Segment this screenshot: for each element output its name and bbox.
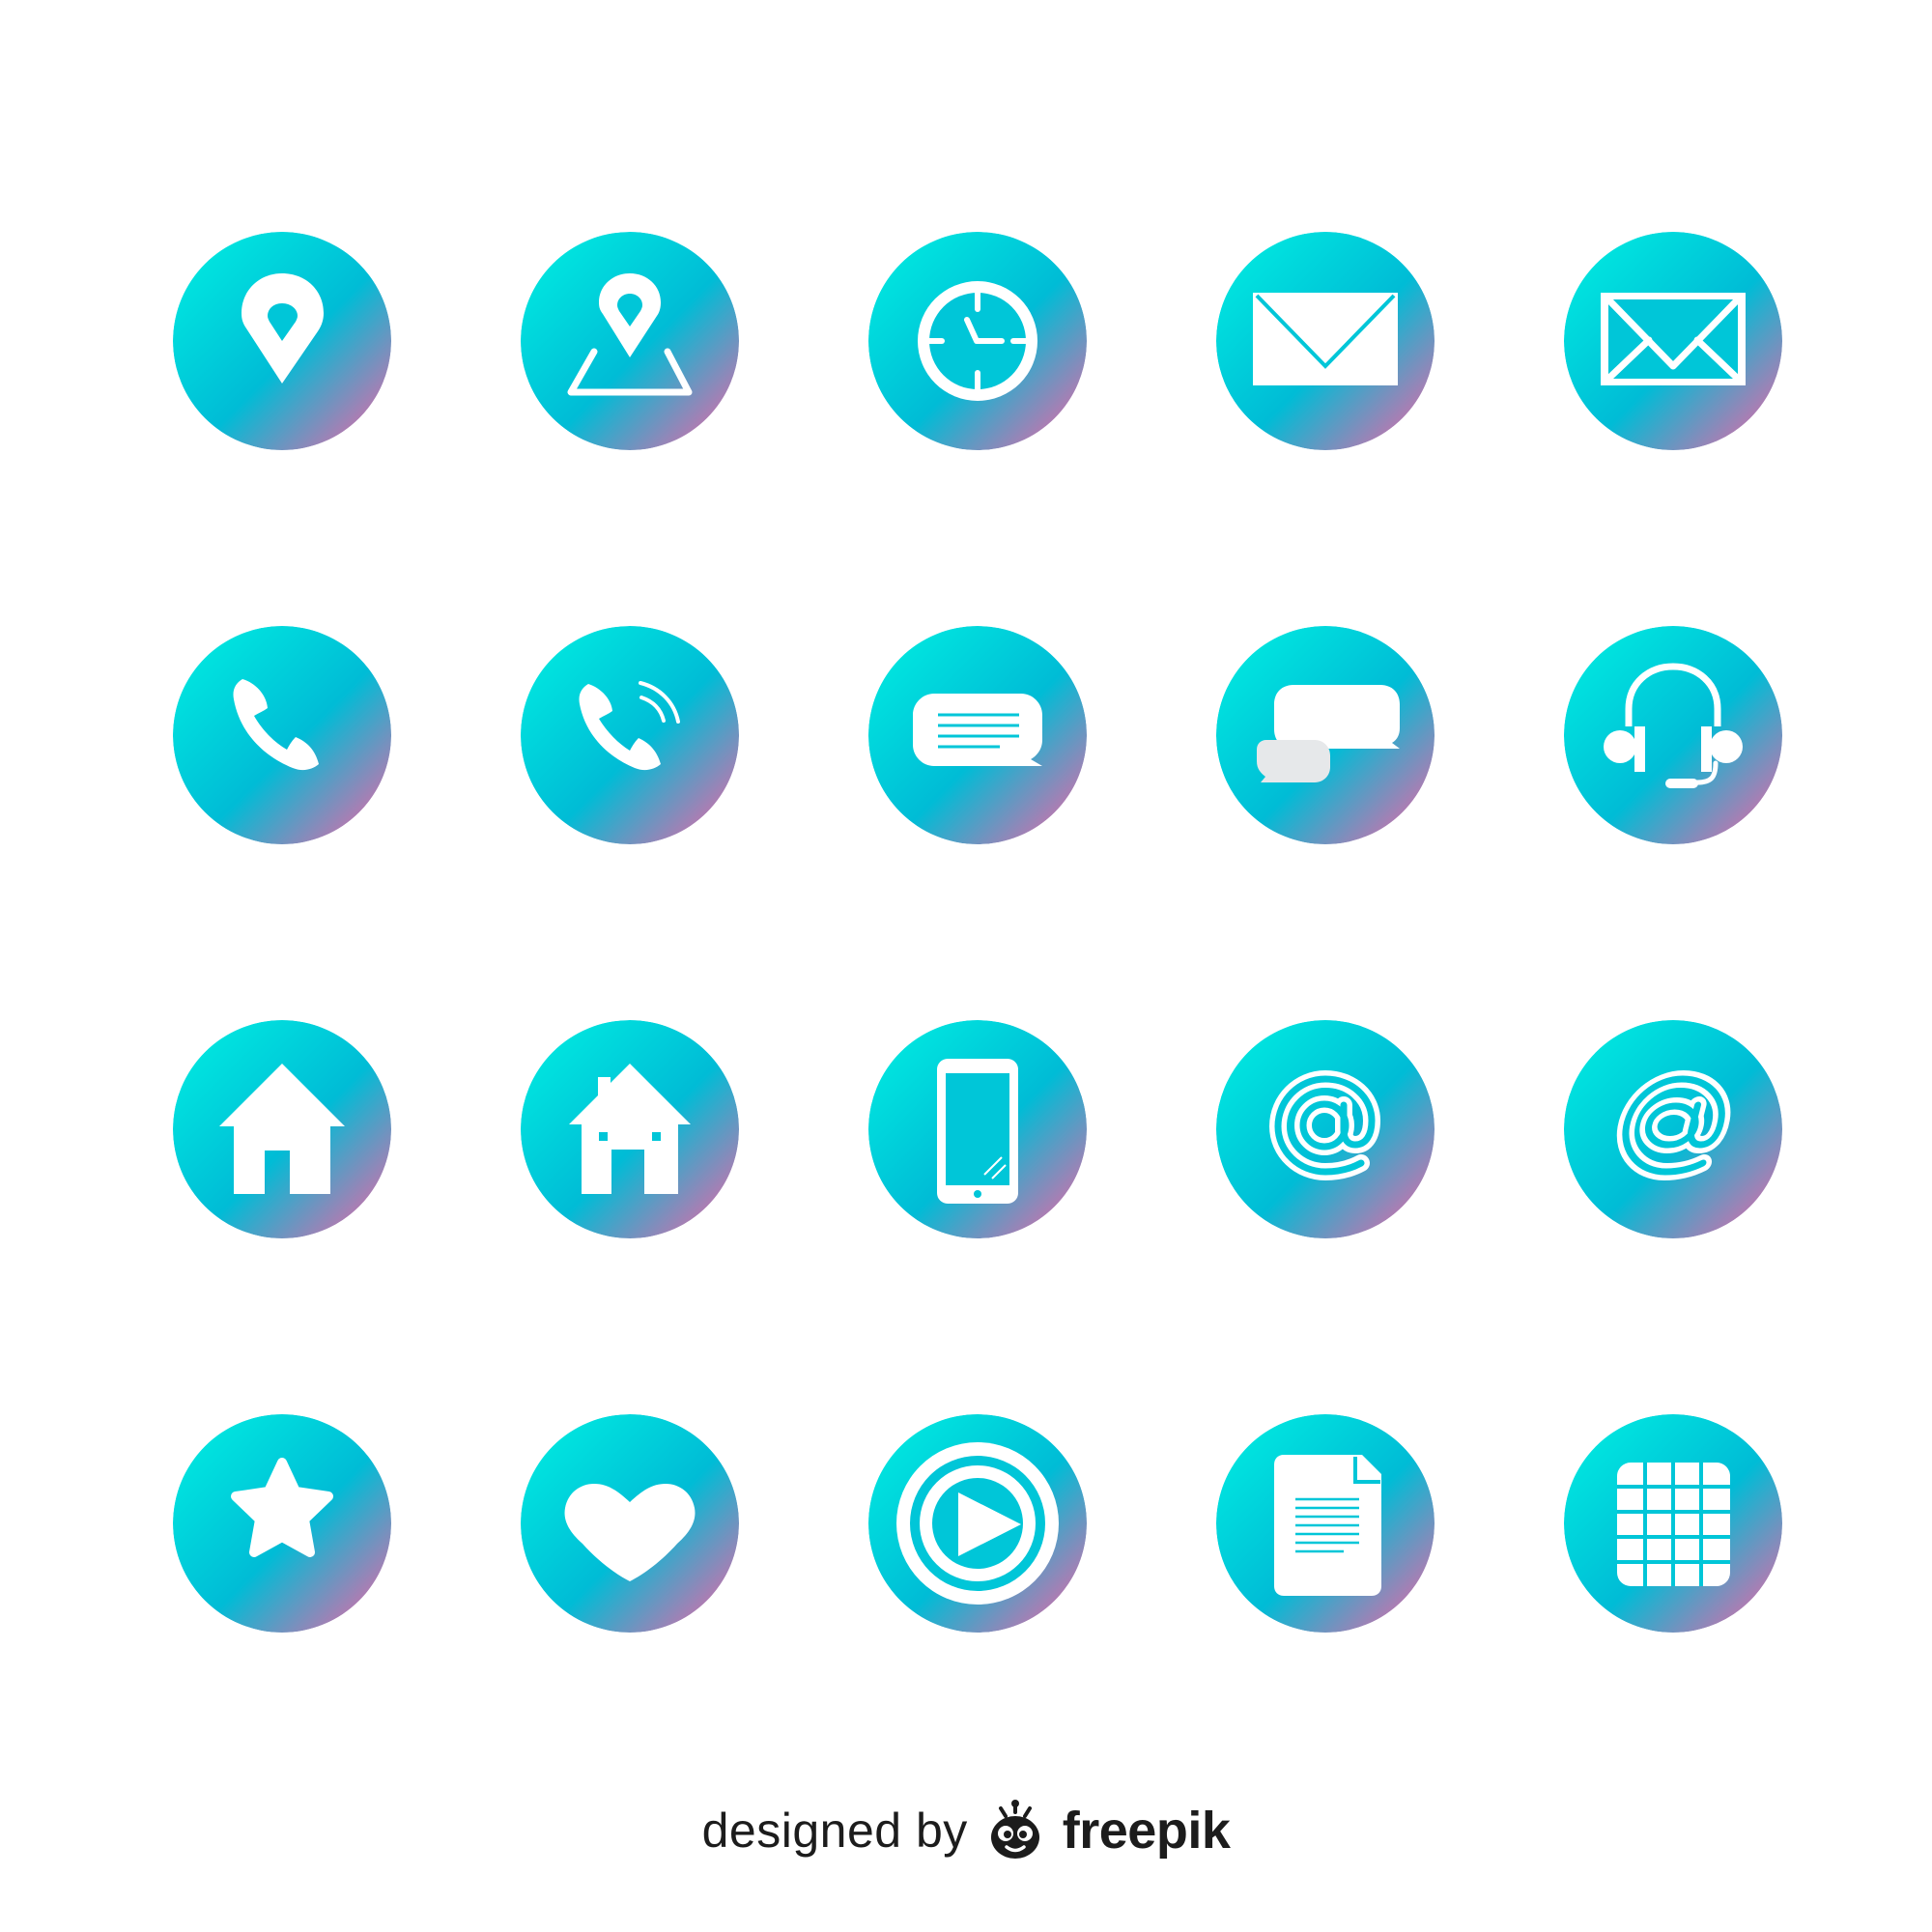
at-sign-badge[interactable] — [1216, 1020, 1435, 1238]
message-bubble-icon — [868, 626, 1087, 844]
location-pin-badge[interactable] — [173, 232, 391, 450]
icon-grid — [0, 0, 1932, 1700]
clock-icon — [868, 232, 1087, 450]
home-chimney-badge[interactable] — [521, 1020, 739, 1238]
map-location-badge[interactable] — [521, 232, 739, 450]
smartphone-icon — [868, 1020, 1087, 1238]
play-button-icon — [868, 1414, 1087, 1633]
heart-badge[interactable] — [521, 1414, 739, 1633]
phone-ringing-icon — [521, 626, 739, 844]
credit-prefix: designed by — [701, 1804, 968, 1858]
credit-brand: freepik — [1062, 1802, 1231, 1860]
grid-table-badge[interactable] — [1564, 1414, 1782, 1633]
map-location-icon — [521, 232, 739, 450]
phone-ringing-badge[interactable] — [521, 626, 739, 844]
envelope-outline-icon — [1564, 232, 1782, 450]
home-icon — [173, 1020, 391, 1238]
document-icon — [1216, 1414, 1435, 1633]
play-button-badge[interactable] — [868, 1414, 1087, 1633]
home-badge[interactable] — [173, 1020, 391, 1238]
envelope-badge[interactable] — [1216, 232, 1435, 450]
location-pin-icon — [173, 232, 391, 450]
at-sign-italic-icon — [1564, 1020, 1782, 1238]
star-icon — [173, 1414, 391, 1633]
chat-bubbles-badge[interactable] — [1216, 626, 1435, 844]
at-sign-italic-badge[interactable] — [1564, 1020, 1782, 1238]
envelope-icon — [1216, 232, 1435, 450]
smartphone-badge[interactable] — [868, 1020, 1087, 1238]
heart-icon — [521, 1414, 739, 1633]
phone-badge[interactable] — [173, 626, 391, 844]
credit-line: designed by freepik — [0, 1792, 1932, 1869]
home-chimney-icon — [521, 1020, 739, 1238]
freepik-mascot-icon — [990, 1800, 1039, 1859]
envelope-outline-badge[interactable] — [1564, 232, 1782, 450]
headset-icon — [1564, 626, 1782, 844]
phone-icon — [173, 626, 391, 844]
clock-badge[interactable] — [868, 232, 1087, 450]
star-badge[interactable] — [173, 1414, 391, 1633]
grid-table-icon — [1564, 1414, 1782, 1633]
message-bubble-badge[interactable] — [868, 626, 1087, 844]
chat-bubbles-icon — [1216, 626, 1435, 844]
document-badge[interactable] — [1216, 1414, 1435, 1633]
at-sign-icon — [1216, 1020, 1435, 1238]
headset-badge[interactable] — [1564, 626, 1782, 844]
